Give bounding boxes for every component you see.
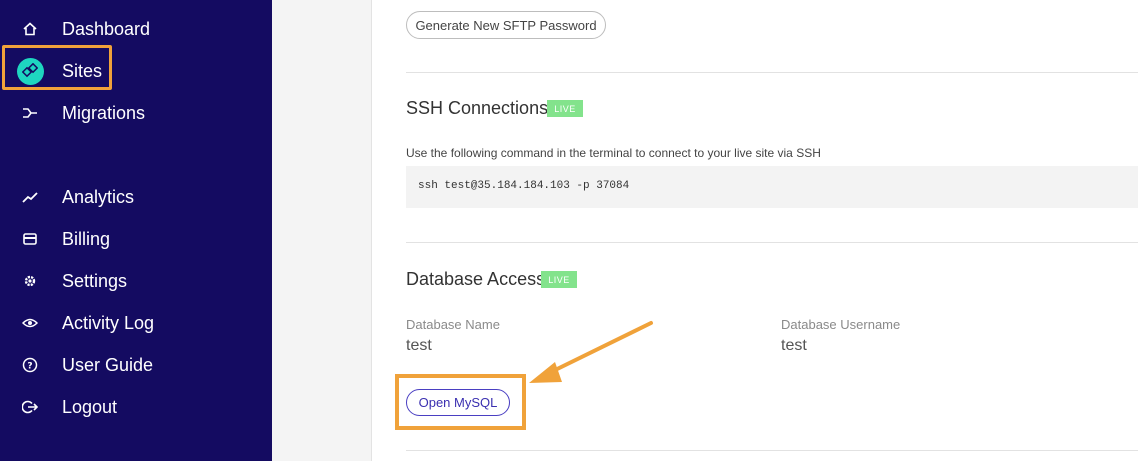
sidebar-item-label: Activity Log [62,312,155,333]
live-badge: LIVE [541,271,577,288]
live-badge: LIVE [547,100,583,117]
analytics-icon [20,187,40,207]
sidebar-item-label: Migrations [62,102,146,123]
ssh-command-box[interactable]: ssh test@35.184.184.103 -p 37084 [406,166,1138,208]
database-name-value: test [406,337,432,354]
divider [406,242,1138,243]
migrations-icon [20,103,40,123]
sidebar-item-label: Billing [62,228,111,249]
sidebar-item-label: Settings [62,270,128,291]
sidebar-item-label: Sites [62,60,103,81]
gear-icon [20,271,40,291]
sidebar-item-label: Logout [62,396,118,417]
sidebar-item-logout[interactable]: Logout [0,390,272,424]
sidebar-item-sites[interactable]: Sites [0,54,272,88]
home-icon [20,19,40,39]
site-info-panel: Generate New SFTP Password SSH Connectio… [371,0,1138,461]
sidebar-item-label: User Guide [62,354,154,375]
database-username-value: test [781,337,807,354]
logout-icon [20,397,40,417]
divider [406,72,1138,73]
sidebar-item-settings[interactable]: Settings [0,264,272,298]
sidebar-item-billing[interactable]: Billing [0,222,272,256]
sites-icon [16,57,44,85]
sidebar-item-dashboard[interactable]: Dashboard [0,12,272,46]
database-username-label: Database Username [781,317,901,332]
sidebar-item-label: Analytics [62,186,135,207]
sidebar: Dashboard Sites Migrations Analytics Bil… [0,0,272,461]
sidebar-item-migrations[interactable]: Migrations [0,96,272,130]
divider [406,450,1138,451]
help-icon: ? [20,355,40,375]
sidebar-item-analytics[interactable]: Analytics [0,180,272,214]
open-mysql-button[interactable]: Open MySQL [406,389,510,416]
sidebar-item-activity-log[interactable]: Activity Log [0,306,272,340]
database-name-label: Database Name [406,317,500,332]
content-gutter [272,0,371,461]
sidebar-item-label: Dashboard [62,18,151,39]
ssh-command: ssh test@35.184.184.103 -p 37084 [418,180,630,192]
ssh-description: Use the following command in the termina… [406,146,821,160]
sidebar-item-user-guide[interactable]: ? User Guide [0,348,272,382]
database-access-title: Database Access [406,269,546,289]
eye-icon [20,313,40,333]
ssh-connections-title: SSH Connections [406,98,549,118]
generate-sftp-password-button[interactable]: Generate New SFTP Password [406,11,606,39]
svg-text:?: ? [27,362,32,372]
billing-icon [20,229,40,249]
